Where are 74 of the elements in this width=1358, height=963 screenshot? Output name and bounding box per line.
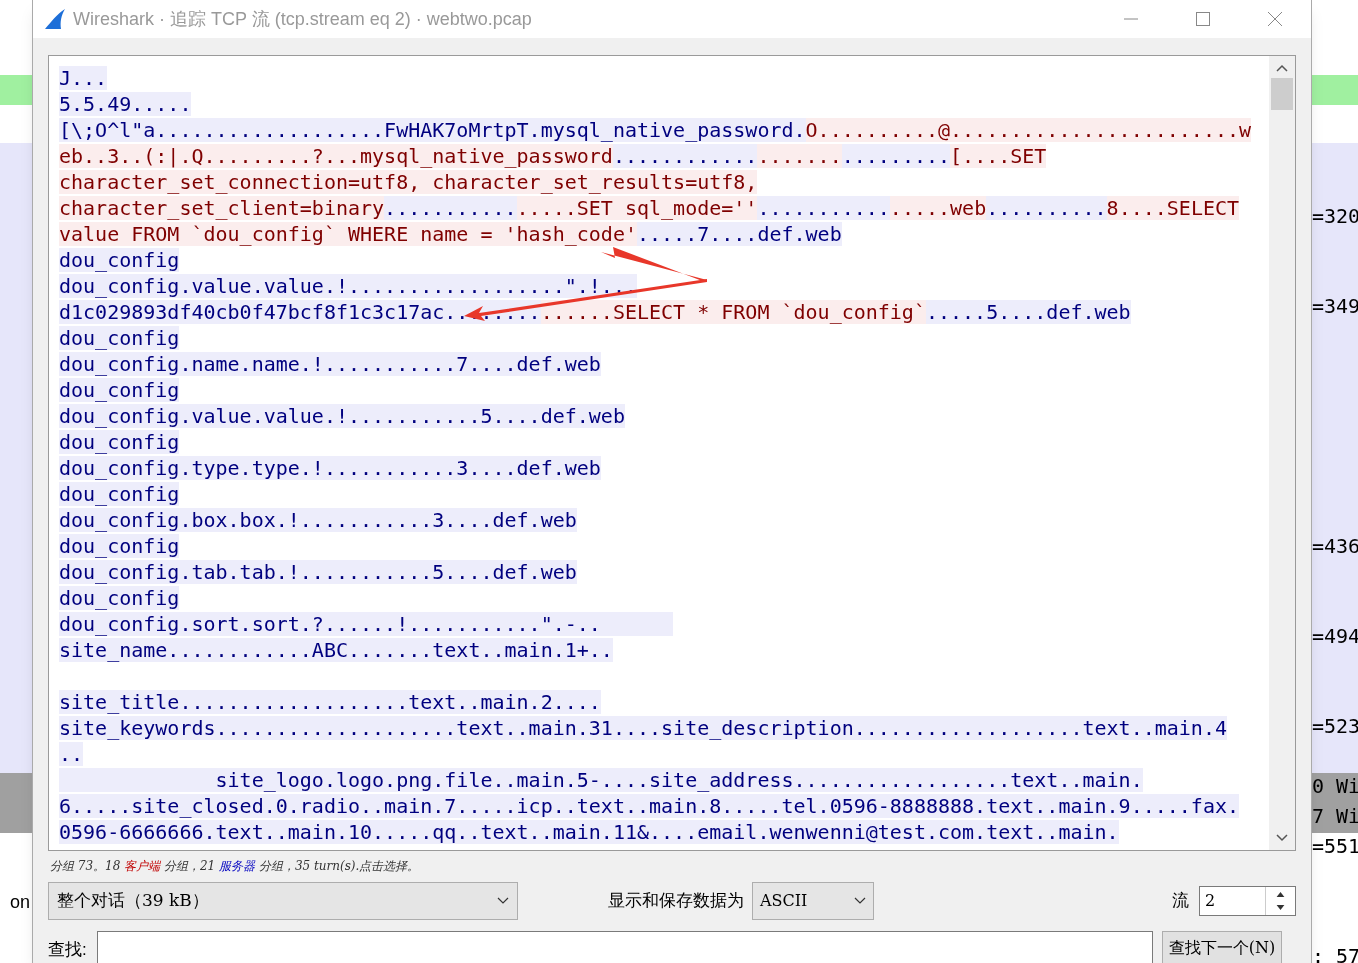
server-data-text: dou_config.box.box.!...........3....def.web (59, 508, 577, 532)
server-data-text: .....5....def.web (925, 300, 1131, 324)
packet-row-background (1312, 75, 1358, 105)
server-data-text: dou_config (59, 534, 180, 558)
server-data-text: ........... (384, 196, 517, 220)
stream-spinbox[interactable]: 2 (1199, 886, 1296, 916)
client-data-text: character_set_client=binary (59, 196, 385, 220)
find-label: 查找: (48, 939, 87, 961)
server-data-text: site_keywords....................text..main.31....site_description...................text..main.4 (59, 716, 1227, 740)
stream-label: 流 (1172, 890, 1189, 913)
client-data-text: .....web (889, 196, 987, 220)
server-data-text: [\;O^l"a...................FwHAK7oMrtpT.mysql_native_password. (59, 118, 806, 142)
server-data-text: dou_config.sort.sort.?......!...........".-.. (59, 612, 674, 636)
server-data-text: dou_config (59, 378, 180, 402)
scroll-up-icon[interactable] (1276, 64, 1288, 72)
server-data-text: 6.....site_closed.0.radio..main.7.....icp..text..main.8.....tel.0596-8888888.text..main.9.....fax. (59, 794, 1240, 818)
packet-row-background (0, 75, 32, 105)
client-data-text: ....... (757, 144, 842, 168)
packet-list-text: 0 Wi (1312, 776, 1358, 796)
scroll-down-icon[interactable] (1276, 834, 1288, 842)
server-data-text: site_title...................text..main.2.... (59, 690, 601, 714)
server-data-text: dou_config.value.value.!...........5....def.web (59, 404, 625, 428)
packet-list-text: =349 (1312, 296, 1358, 316)
server-data-text: site_logo.logo.png.file..main.5-....site_address..................text..main. (59, 768, 1143, 792)
server-data-text: ......... (841, 144, 951, 168)
server-data-text: dou_config (59, 482, 180, 506)
server-data-text: ............ (612, 144, 758, 168)
server-data-text: .. (59, 742, 84, 766)
client-data-text: [....SET (950, 144, 1047, 168)
find-next-button[interactable]: 查找下一个(N) (1161, 931, 1283, 963)
server-data-text: dou_config.type.type.!...........3....def.web (59, 456, 601, 480)
format-label: 显示和保存数据为 (608, 890, 744, 913)
server-data-text: ........... (757, 196, 890, 220)
maximize-icon (1195, 11, 1211, 27)
server-data-text: dou_config (59, 248, 180, 272)
find-field[interactable] (96, 931, 1153, 963)
conversation-dropdown[interactable]: 整个对话（39 kB） (48, 882, 518, 920)
status-text: 分组 73。18 客户端 分组，21 服务器 分组，35 turn(s).点击选择。 (49, 858, 421, 875)
client-data-text: .....SET sql_mode='' (516, 196, 758, 220)
server-data-text: dou_config (59, 430, 180, 454)
server-data-text: .......... (986, 196, 1107, 220)
client-data-text: O..........@........................w (805, 118, 1252, 142)
close-icon (1267, 11, 1283, 27)
server-data-text: dou_config (59, 326, 180, 350)
client-data-text: 8....SELECT (1106, 196, 1240, 220)
client-data-text: ......SELECT * FROM `dou_config` (540, 300, 926, 324)
server-data-text: dou_config.name.name.!...........7....def.web (59, 352, 601, 376)
packet-list-text: =320 (1312, 206, 1358, 226)
stream-text-area[interactable] (48, 55, 1296, 851)
server-data-text: dou_config.value.value.!..................".!... (59, 274, 637, 298)
vertical-scrollbar[interactable] (1269, 56, 1295, 850)
shark-fin-icon (43, 8, 67, 30)
packet-list-text: =551 (1312, 836, 1358, 856)
scrollbar-thumb[interactable] (1271, 78, 1293, 110)
server-data-text: dou_config (59, 586, 180, 610)
packet-list-text: =523 (1312, 716, 1358, 736)
client-data-text: value FROM `dou_config` WHERE name = 'hash_code' (59, 222, 637, 246)
server-data-text: .....7....def.web (636, 222, 842, 246)
server-data-text: dou_config.tab.tab.!...........5....def.web (59, 560, 577, 584)
client-data-text: character_set_connection=utf8, character_set_results=utf8, (59, 170, 758, 194)
toolbar-text: on (10, 892, 31, 912)
format-dropdown[interactable]: ASCII (752, 882, 874, 920)
packet-list-text: 7 Wi (1312, 806, 1358, 826)
packet-list-text: =436 (1312, 536, 1358, 556)
caret-icon (497, 897, 509, 905)
server-data-text: 5.5.49..... (59, 92, 192, 116)
caret-icon (854, 897, 866, 905)
packet-list-text: : 57 (1312, 946, 1358, 963)
minimize-icon (1124, 18, 1138, 20)
server-data-text: site_name............ABC.......text..main.1+.. (59, 638, 613, 662)
server-data-text: 0596-6666666.text..main.10.....qq..text..main.11&....email.wenwenni@test.com.text..main. (59, 820, 1119, 844)
window-title: Wireshark · 追踪 TCP 流 (tcp.stream eq 2) · webtwo.pcap (73, 7, 532, 31)
client-data-text: eb..3..(:|.Q.........?...mysql_native_password (59, 144, 613, 168)
server-data-text: J... (59, 66, 108, 90)
